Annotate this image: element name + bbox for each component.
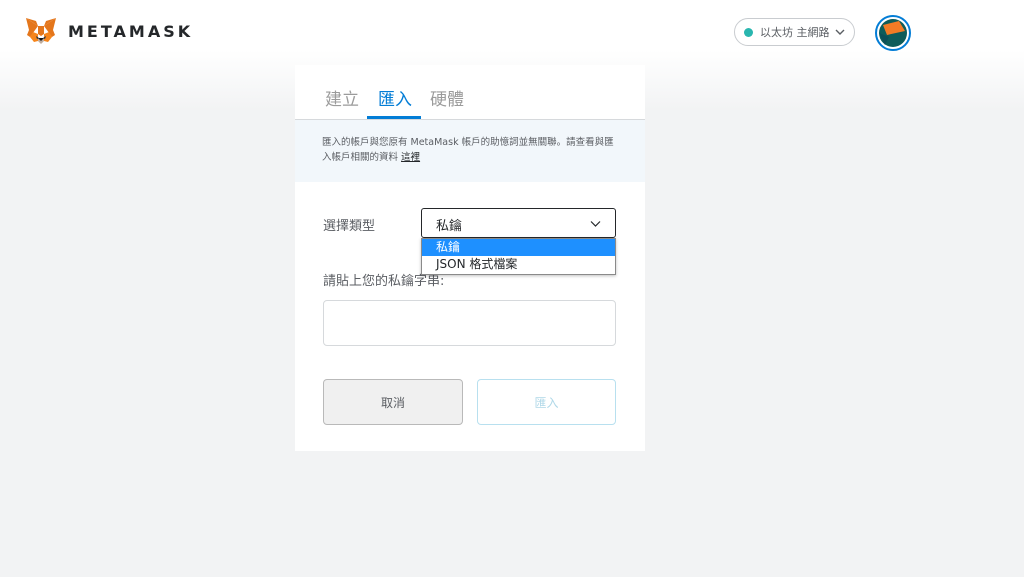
import-notice: 匯入的帳戶與您原有 MetaMask 帳戶的助憶詞並無關聯。請查看與匯入帳戶相關…: [295, 120, 645, 182]
app-header: METAMASK 以太坊 主網路: [0, 0, 1024, 64]
private-key-input[interactable]: [323, 300, 616, 346]
cancel-button[interactable]: 取消: [323, 379, 463, 425]
tab-create[interactable]: 建立: [325, 85, 359, 110]
import-account-card: 建立 匯入 硬體 匯入的帳戶與您原有 MetaMask 帳戶的助憶詞並無關聯。請…: [295, 65, 645, 451]
notice-here-link[interactable]: 這裡: [401, 152, 420, 163]
option-private-key[interactable]: 私鑰: [422, 239, 615, 256]
account-avatar-icon[interactable]: [875, 15, 911, 51]
chevron-down-icon: [590, 221, 601, 227]
tab-hardware[interactable]: 硬體: [430, 85, 464, 110]
active-tab-indicator: [367, 116, 421, 119]
import-type-dropdown-list: 私鑰 JSON 格式檔案: [421, 238, 616, 275]
metamask-fox-logo: [26, 18, 56, 44]
import-button[interactable]: 匯入: [477, 379, 616, 425]
option-json-file[interactable]: JSON 格式檔案: [422, 256, 615, 273]
network-label: 以太坊 主網路: [760, 26, 830, 39]
notice-text: 匯入的帳戶與您原有 MetaMask 帳戶的助憶詞並無關聯。請查看與匯入帳戶相關…: [322, 135, 622, 165]
notice-message: 匯入的帳戶與您原有 MetaMask 帳戶的助憶詞並無關聯。請查看與匯入帳戶相關…: [322, 137, 614, 163]
brand-wordmark: METAMASK: [68, 22, 194, 41]
chevron-down-icon: [835, 29, 845, 35]
tab-bar: 建立 匯入 硬體: [295, 65, 645, 120]
network-selector[interactable]: 以太坊 主網路: [734, 18, 855, 46]
network-status-dot: [744, 27, 753, 37]
select-type-label: 選擇類型: [323, 219, 376, 234]
selected-type-value: 私鑰: [436, 219, 463, 234]
tab-import[interactable]: 匯入: [378, 85, 412, 110]
import-type-select[interactable]: 私鑰: [421, 208, 616, 238]
